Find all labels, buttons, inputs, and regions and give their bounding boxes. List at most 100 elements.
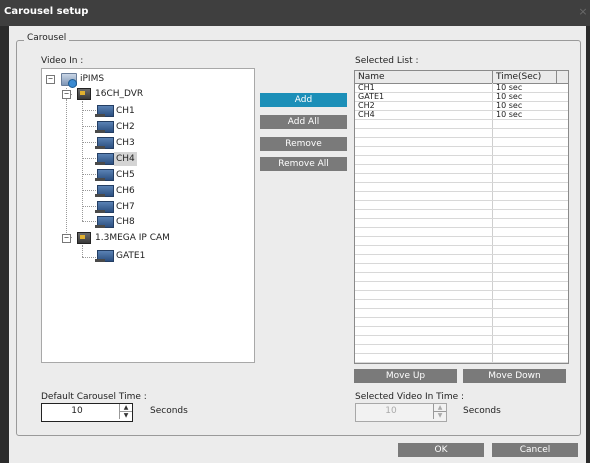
carousel-group-label: Carousel xyxy=(24,33,70,43)
spinner-arrows[interactable]: ▲ ▼ xyxy=(433,404,446,419)
video-in-tree[interactable]: − iPIMS − 16CH_DVR CH1 CH2 CH3 CH4 CH5 C… xyxy=(41,68,255,363)
column-separator[interactable] xyxy=(556,71,557,83)
add-button[interactable]: Add xyxy=(260,93,347,107)
tree-item-channel[interactable]: CH2 xyxy=(42,120,242,134)
camera-icon xyxy=(95,216,114,228)
window-right-border xyxy=(586,26,590,463)
camera-icon xyxy=(95,250,114,262)
selected-list-label: Selected List : xyxy=(355,56,419,66)
table-row-empty xyxy=(355,264,568,273)
table-row-empty xyxy=(355,174,568,183)
tree-item-channel[interactable]: GATE1 xyxy=(42,249,242,263)
table-row-empty xyxy=(355,138,568,147)
table-row-empty xyxy=(355,228,568,237)
table-row-empty xyxy=(355,210,568,219)
table-row-empty xyxy=(355,309,568,318)
spin-up-icon[interactable]: ▲ xyxy=(434,404,446,412)
table-row[interactable]: CH2 10 sec xyxy=(355,101,568,111)
table-row-empty xyxy=(355,156,568,165)
table-row-empty xyxy=(355,129,568,138)
selected-list[interactable]: Name Time(Sec) CH1 10 sec GATE1 10 sec C… xyxy=(354,70,569,364)
remove-button[interactable]: Remove xyxy=(260,137,347,151)
tree-item-label: CH1 xyxy=(116,106,135,116)
network-icon xyxy=(61,73,77,88)
table-row-empty xyxy=(355,192,568,201)
camera-icon xyxy=(95,201,114,213)
ok-button[interactable]: OK xyxy=(398,443,484,457)
tree-item-label: GATE1 xyxy=(116,251,146,261)
table-row-empty xyxy=(355,345,568,354)
selected-video-in-time-label: Selected Video In Time : xyxy=(355,392,465,402)
column-separator[interactable] xyxy=(492,71,493,83)
tree-item-channel[interactable]: CH6 xyxy=(42,184,242,198)
spin-up-icon[interactable]: ▲ xyxy=(120,404,132,412)
table-row-empty xyxy=(355,165,568,174)
dvr-icon xyxy=(77,232,91,244)
table-row-empty xyxy=(355,291,568,300)
cancel-button[interactable]: Cancel xyxy=(492,443,578,457)
tree-item-channel[interactable]: CH3 xyxy=(42,136,242,150)
table-row-empty xyxy=(355,120,568,129)
table-row-empty xyxy=(355,219,568,228)
close-icon[interactable]: × xyxy=(578,5,588,19)
row-name: GATE1 xyxy=(358,92,385,101)
tree-item-ipcam[interactable]: − 1.3MEGA IP CAM xyxy=(42,231,242,245)
tree-item-label: iPIMS xyxy=(80,74,105,84)
dvr-icon xyxy=(77,88,91,100)
spinner-value[interactable]: 10 xyxy=(42,404,112,419)
row-time: 10 sec xyxy=(496,83,523,92)
camera-icon xyxy=(95,153,114,165)
tree-item-label: 16CH_DVR xyxy=(95,89,144,99)
tree-item-channel[interactable]: CH7 xyxy=(42,200,242,214)
window-left-border xyxy=(0,26,9,463)
camera-icon xyxy=(95,185,114,197)
column-header-name[interactable]: Name xyxy=(358,71,385,83)
table-row[interactable]: GATE1 10 sec xyxy=(355,92,568,102)
table-row[interactable]: CH4 10 sec xyxy=(355,110,568,120)
table-row-empty xyxy=(355,354,568,363)
tree-item-label: CH7 xyxy=(116,202,135,212)
tree-item-channel[interactable]: CH1 xyxy=(42,104,242,118)
tree-item-channel[interactable]: CH5 xyxy=(42,168,242,182)
tree-item-label: CH4 xyxy=(114,152,137,166)
tree-item-channel-selected[interactable]: CH4 xyxy=(42,152,242,166)
selected-time-unit: Seconds xyxy=(463,406,501,416)
move-up-button[interactable]: Move Up xyxy=(354,369,457,383)
tree-item-label: CH8 xyxy=(116,217,135,227)
title-bar: Carousel setup × xyxy=(0,0,590,26)
remove-all-button[interactable]: Remove All xyxy=(260,157,347,171)
table-row-empty xyxy=(355,147,568,156)
spin-down-icon[interactable]: ▼ xyxy=(434,412,446,419)
column-header-time[interactable]: Time(Sec) xyxy=(496,71,541,83)
move-down-button[interactable]: Move Down xyxy=(463,369,566,383)
row-name: CH1 xyxy=(358,83,375,92)
collapse-icon[interactable]: − xyxy=(62,234,71,243)
row-name: CH2 xyxy=(358,101,375,110)
camera-icon xyxy=(95,105,114,117)
table-row-empty xyxy=(355,183,568,192)
list-header: Name Time(Sec) xyxy=(355,71,568,84)
table-row-empty xyxy=(355,237,568,246)
video-in-label: Video In : xyxy=(41,56,84,66)
tree-item-label: CH2 xyxy=(116,122,135,132)
table-row[interactable]: CH1 10 sec xyxy=(355,83,568,93)
tree-item-root[interactable]: − iPIMS xyxy=(42,72,242,88)
collapse-icon[interactable]: − xyxy=(46,75,55,84)
spin-down-icon[interactable]: ▼ xyxy=(120,412,132,419)
table-row-empty xyxy=(355,327,568,336)
collapse-icon[interactable]: − xyxy=(62,90,71,99)
tree-item-label: CH5 xyxy=(116,170,135,180)
spinner-value[interactable]: 10 xyxy=(356,404,426,419)
default-time-unit: Seconds xyxy=(150,406,188,416)
table-row-empty xyxy=(355,282,568,291)
selected-video-in-time-spinner[interactable]: 10 ▲ ▼ xyxy=(355,403,447,422)
default-carousel-time-spinner[interactable]: 10 ▲ ▼ xyxy=(41,403,133,422)
tree-item-dvr[interactable]: − 16CH_DVR xyxy=(42,87,242,101)
default-carousel-time-label: Default Carousel Time : xyxy=(41,392,147,402)
spinner-arrows[interactable]: ▲ ▼ xyxy=(119,404,132,419)
table-row-empty xyxy=(355,201,568,210)
add-all-button[interactable]: Add All xyxy=(260,115,347,129)
row-time: 10 sec xyxy=(496,110,523,119)
tree-item-channel[interactable]: CH8 xyxy=(42,215,242,229)
tree-item-label: CH3 xyxy=(116,138,135,148)
